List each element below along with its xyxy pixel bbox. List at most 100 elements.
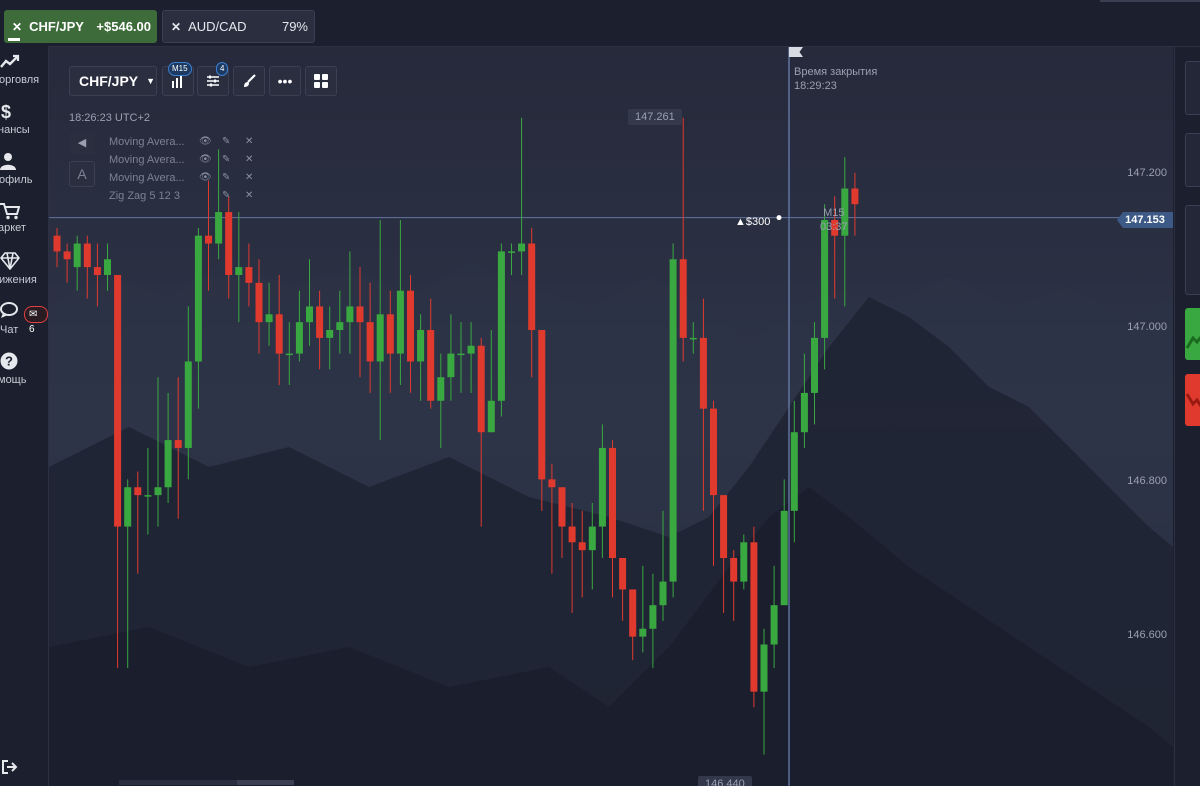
candle	[83, 235, 91, 299]
sidebar-item-profile[interactable]: офиль	[0, 152, 48, 196]
close-icon[interactable]: ✕	[245, 151, 268, 169]
tab-chf-jpy[interactable]: ✕ CHF/JPY +$546.00	[4, 10, 157, 43]
sidebar-item-trading[interactable]: орговля	[0, 52, 48, 96]
candle	[508, 243, 515, 275]
candle	[104, 243, 111, 291]
candle	[53, 227, 61, 268]
chart-scrollbar[interactable]	[119, 780, 294, 785]
time-input-box[interactable]	[1185, 61, 1200, 115]
candle	[245, 243, 253, 307]
timeframe-badge: M15	[168, 62, 192, 76]
candle	[225, 196, 233, 299]
candle	[235, 212, 243, 323]
candle	[316, 290, 324, 370]
candle-body	[447, 353, 455, 378]
candle-body	[396, 290, 404, 354]
candle-body	[174, 440, 182, 448]
left-sidebar: орговля $ нансы офиль аркет ижения Чат ✉…	[0, 46, 49, 786]
candle-body	[477, 345, 485, 433]
chevron-down-icon: ▼	[146, 76, 156, 86]
candle	[285, 322, 293, 386]
low-price-label: 146.440	[698, 776, 752, 786]
layout-grid-button[interactable]	[305, 66, 337, 96]
tab-profit: +$546.00	[96, 19, 151, 34]
candle	[770, 565, 778, 669]
close-tab-icon[interactable]: ✕	[12, 20, 22, 34]
candle-body	[760, 644, 768, 692]
candle	[629, 589, 637, 661]
scrollbar-thumb[interactable]	[237, 780, 294, 785]
eye-icon[interactable]: 👁	[199, 169, 222, 187]
close-tab-icon[interactable]: ✕	[171, 20, 181, 34]
sidebar-item-market[interactable]: аркет	[0, 202, 48, 246]
tab-aud-cad[interactable]: ✕ AUD/CAD 79%	[162, 10, 315, 43]
asset-selector-button[interactable]: CHF/JPY ▼	[69, 66, 157, 96]
candle	[649, 573, 657, 669]
candle-body	[194, 235, 202, 362]
candle	[720, 495, 728, 614]
candle-body	[598, 447, 606, 527]
top-right-divider	[1100, 0, 1200, 2]
top-tab-bar: ✕ CHF/JPY +$546.00 ✕ AUD/CAD 79%	[0, 0, 1200, 47]
more-options-button[interactable]: •••	[269, 66, 301, 96]
candle-body	[245, 267, 253, 283]
current-price-marker: 147.153	[1117, 212, 1173, 228]
y-axis-tick: 147.000	[1127, 321, 1167, 333]
indicator-name: Zig Zag 5 12 3	[109, 190, 180, 202]
buy-up-button[interactable]	[1185, 308, 1200, 360]
candle-body	[750, 542, 758, 692]
candle-body	[386, 314, 394, 354]
pencil-icon[interactable]: ✎	[222, 169, 245, 187]
close-icon[interactable]: ✕	[245, 133, 268, 151]
candle	[154, 377, 162, 527]
auto-scale-button[interactable]: A	[69, 161, 95, 187]
eye-icon[interactable]: 👁	[199, 133, 222, 151]
indicator-row: Moving Avera... 👁 ✎ ✕	[109, 169, 268, 187]
candle-body	[63, 251, 71, 260]
candle-body	[487, 400, 495, 433]
pencil-icon[interactable]: ✎	[222, 133, 245, 151]
candle-body	[689, 337, 697, 340]
candle-countdown: 03:37	[820, 221, 848, 233]
candle-body	[821, 219, 829, 338]
sidebar-item-label: Чат	[0, 324, 19, 336]
candle	[730, 550, 738, 621]
indicator-row: Zig Zag 5 12 3 ✎ ✕	[109, 187, 268, 205]
indicator-row: Moving Avera... 👁 ✎ ✕	[109, 151, 268, 169]
user-icon	[0, 152, 20, 172]
candle-body	[518, 243, 526, 252]
candle-body	[437, 377, 445, 401]
candle	[639, 565, 647, 653]
amount-input-box[interactable]	[1185, 133, 1200, 187]
pencil-icon[interactable]: ✎	[222, 151, 245, 169]
sell-down-button[interactable]	[1185, 374, 1200, 426]
sidebar-item-help[interactable]: ? мощь	[0, 352, 48, 396]
eye-icon[interactable]: 👁	[199, 151, 222, 169]
candle	[760, 628, 768, 755]
eye-icon[interactable]	[199, 187, 222, 205]
candle	[134, 471, 142, 574]
candle	[174, 377, 182, 519]
pencil-icon[interactable]: ✎	[222, 187, 245, 205]
candle-body	[275, 314, 283, 354]
chart-area[interactable]: CHF/JPY ▼ M15 4 ••• 18:26:23 UTC+2 ◀ A M…	[49, 47, 1173, 786]
open-deal-marker[interactable]: ▲$300	[735, 216, 770, 228]
candle-body	[790, 432, 798, 511]
sidebar-item-achievements[interactable]: ижения	[0, 252, 48, 296]
candle	[194, 227, 202, 409]
close-icon[interactable]: ✕	[245, 169, 268, 187]
sidebar-item-finance[interactable]: $ нансы	[0, 102, 48, 146]
collapse-indicators-button[interactable]: ◀	[69, 132, 95, 154]
candle	[63, 243, 71, 283]
logout-icon[interactable]	[2, 760, 18, 778]
candle-body	[649, 605, 657, 629]
candle	[548, 463, 556, 574]
drawing-tools-button[interactable]	[233, 66, 265, 96]
candle	[518, 117, 526, 275]
candle-timeframe: M15	[823, 207, 845, 219]
candle	[124, 479, 132, 669]
close-icon[interactable]: ✕	[245, 187, 268, 205]
y-axis-tick: 146.600	[1127, 629, 1167, 641]
candle-body	[780, 510, 788, 606]
candle	[164, 392, 172, 503]
